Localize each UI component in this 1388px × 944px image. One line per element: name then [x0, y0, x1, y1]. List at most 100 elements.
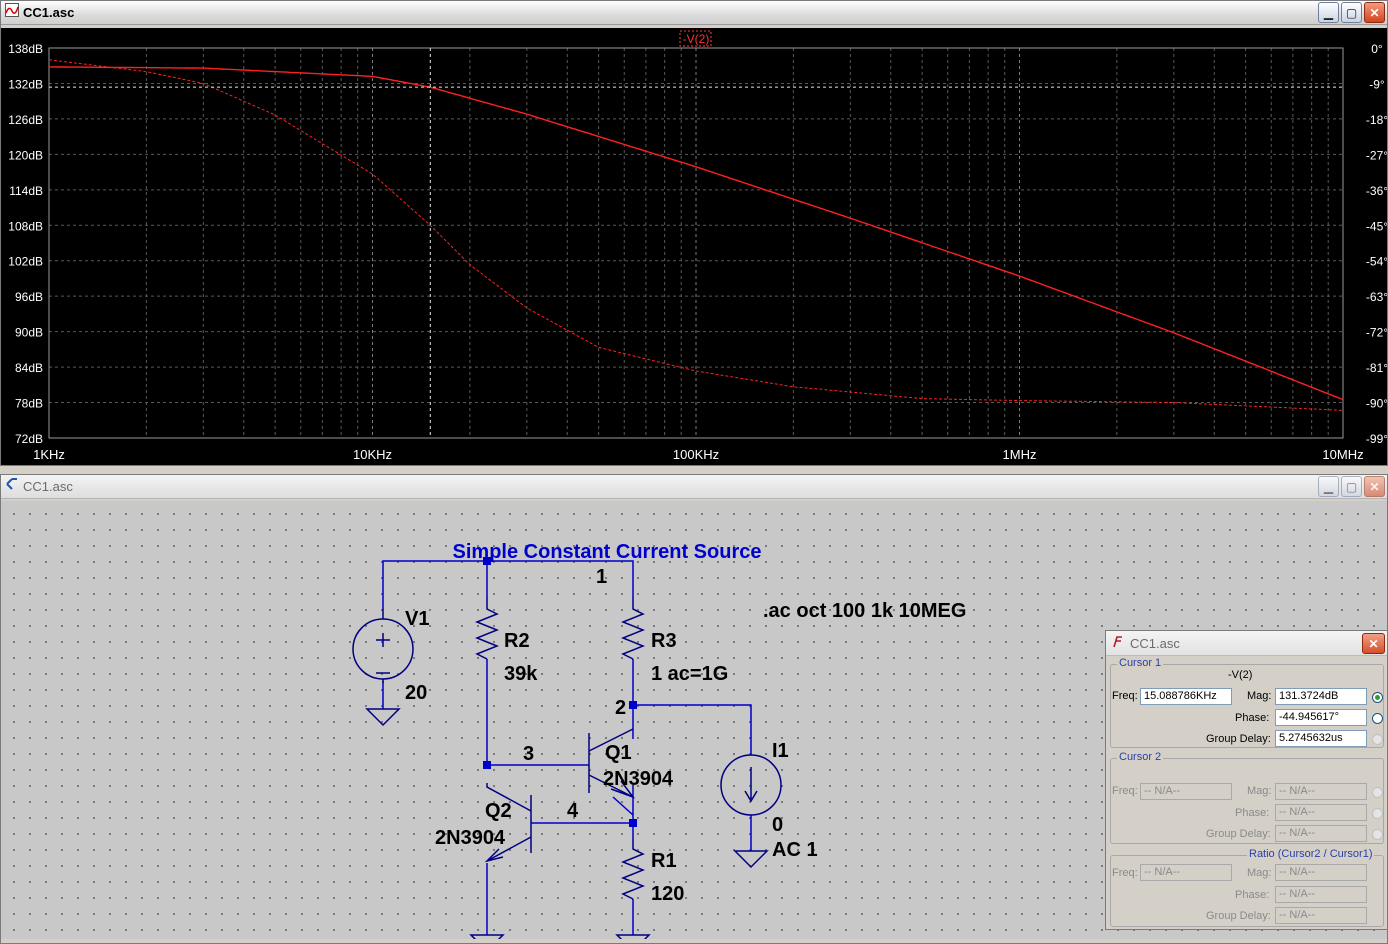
right-axis-tick-label: 0° [1371, 42, 1383, 56]
i1-ac[interactable]: AC 1 [772, 839, 818, 861]
right-axis-tick-label: -54° [1366, 255, 1387, 269]
cursor2-phase-field[interactable]: -- N/A-- [1275, 804, 1367, 821]
voltage-source-v1[interactable] [352, 607, 414, 683]
cursor-window-titlebar[interactable]: CC1.asc ✕ [1106, 631, 1387, 656]
cursor2-mag-radio[interactable] [1372, 787, 1383, 798]
resistor-r2[interactable] [474, 597, 500, 660]
left-axis-tick-label: 108dB [8, 219, 43, 233]
cursor1-gd-field[interactable]: 5.2745632us [1275, 730, 1367, 747]
cursor-window-title: CC1.asc [1130, 635, 1180, 651]
close-button[interactable]: ✕ [1364, 476, 1385, 497]
cursor2-gd-label: Group Delay: [1206, 828, 1271, 840]
r1-value[interactable]: 120 [651, 883, 684, 905]
q1-model[interactable]: 2N3904 [603, 768, 674, 790]
cursor1-mag-radio[interactable] [1372, 692, 1383, 703]
cursor1-freq-label: Freq: [1112, 690, 1138, 702]
r3-value[interactable]: 1 ac=1G [651, 663, 728, 685]
cursor1-phase-radio[interactable] [1372, 713, 1383, 724]
schematic-icon [5, 477, 19, 496]
r3-name[interactable]: R3 [651, 630, 677, 652]
close-button[interactable]: ✕ [1364, 2, 1385, 23]
right-axis-tick-label: -90° [1366, 397, 1387, 411]
x-axis-tick-label: 10MHz [1322, 447, 1363, 462]
left-axis-tick-label: 84dB [15, 361, 43, 375]
trace-label[interactable]: -V(2) [683, 32, 710, 46]
cursor1-gd-radio[interactable] [1372, 734, 1383, 745]
ratio-group-label: Ratio (Cursor2 / Cursor1) [1247, 848, 1375, 860]
left-axis-tick-label: 102dB [8, 255, 43, 269]
i1-value[interactable]: 0 [772, 814, 783, 836]
ratio-gd-field[interactable]: -- N/A-- [1275, 907, 1367, 924]
cursor2-freq-label: Freq: [1112, 785, 1138, 797]
transistor-q2[interactable] [484, 783, 532, 863]
q1-name[interactable]: Q1 [605, 742, 632, 764]
node-label-4: 4 [567, 800, 579, 822]
current-source-i1[interactable] [720, 754, 782, 816]
ratio-freq-field[interactable]: -- N/A-- [1140, 864, 1232, 881]
r1-name[interactable]: R1 [651, 850, 677, 872]
ratio-phase-field[interactable]: -- N/A-- [1275, 886, 1367, 903]
v1-name[interactable]: V1 [405, 608, 429, 630]
right-axis-tick-label: -45° [1366, 219, 1387, 233]
cursor1-phase-field[interactable]: -44.945617° [1275, 709, 1367, 726]
ground-symbols [365, 708, 769, 939]
cursor2-phase-label: Phase: [1235, 807, 1270, 819]
left-axis-tick-label: 78dB [15, 397, 43, 411]
i1-name[interactable]: I1 [772, 740, 789, 762]
cursor2-mag-label: Mag: [1247, 785, 1272, 797]
resistor-r3[interactable] [620, 597, 646, 660]
cursor2-freq-field[interactable]: -- N/A-- [1140, 783, 1232, 800]
minimize-button[interactable]: ▁ [1318, 2, 1339, 23]
right-axis-tick-label: -72° [1366, 326, 1387, 340]
right-axis-tick-label: -18° [1366, 113, 1387, 127]
spice-directive[interactable]: .ac oct 100 1k 10MEG [763, 600, 966, 622]
cursor1-phase-label: Phase: [1235, 712, 1270, 724]
cursor1-freq-field[interactable]: 15.088786KHz [1140, 688, 1232, 705]
cursor2-mag-field[interactable]: -- N/A-- [1275, 783, 1367, 800]
right-axis-tick-label: -36° [1366, 184, 1387, 198]
q2-name[interactable]: Q2 [485, 800, 512, 822]
cursor1-mag-field[interactable]: 131.3724dB [1275, 688, 1367, 705]
node-label-1: 1 [596, 566, 607, 588]
left-axis-tick-label: 132dB [8, 77, 43, 91]
q2-model[interactable]: 2N3904 [435, 827, 506, 849]
cursor1-trace: -V(2) [1228, 669, 1253, 681]
cursor-window-close-button[interactable]: ✕ [1362, 633, 1385, 654]
waveform-plot[interactable]: 138dB 0° 132dB -9° 126dB -18° 120dB -27° 114dB -3… [1, 28, 1388, 465]
v1-value[interactable]: 20 [405, 682, 427, 704]
ratio-phase-label: Phase: [1235, 889, 1270, 901]
cursor2-gd-field[interactable]: -- N/A-- [1275, 825, 1367, 842]
maximize-button[interactable]: ▢ [1341, 476, 1362, 497]
minimize-button[interactable]: ▁ [1318, 476, 1339, 497]
right-axis-tick-label: -9° [1369, 77, 1385, 91]
r2-name[interactable]: R2 [504, 630, 530, 652]
cursor-icon [1112, 635, 1124, 651]
left-axis-tick-label: 120dB [8, 148, 43, 162]
left-axis-tick-label: 138dB [8, 42, 43, 56]
maximize-icon: ▢ [1345, 479, 1358, 494]
cursor2-phase-radio[interactable] [1372, 808, 1383, 819]
cursor1-mag-label: Mag: [1247, 690, 1272, 702]
plot-window: CC1.asc ▁ ▢ ✕ 138dB 0° 132dB -9° 126dB -18° 12… [0, 0, 1388, 466]
waveform-icon [5, 3, 19, 22]
plot-window-titlebar[interactable]: CC1.asc ▁ ▢ ✕ [1, 1, 1387, 25]
cursor2-gd-radio[interactable] [1372, 829, 1383, 840]
bode-plot-svg[interactable]: 138dB 0° 132dB -9° 126dB -18° 120dB -27° 114dB -3… [1, 28, 1388, 465]
close-icon: ✕ [1368, 636, 1379, 651]
maximize-button[interactable]: ▢ [1341, 2, 1362, 23]
maximize-icon: ▢ [1345, 5, 1358, 20]
ratio-mag-field[interactable]: -- N/A-- [1275, 864, 1367, 881]
resistor-r1[interactable] [620, 839, 646, 900]
close-icon: ✕ [1369, 479, 1380, 494]
schematic-window-titlebar[interactable]: CC1.asc ▁ ▢ ✕ [1, 475, 1387, 499]
cursor1-group-label: Cursor 1 [1117, 657, 1164, 669]
right-axis-tick-label: -27° [1366, 148, 1387, 162]
r2-value[interactable]: 39k [504, 663, 538, 685]
left-axis-tick-label: 126dB [8, 113, 43, 127]
schematic-window-title: CC1.asc [23, 479, 73, 494]
ratio-mag-label: Mag: [1247, 867, 1272, 879]
ratio-freq-label: Freq: [1112, 867, 1138, 879]
left-axis-tick-label: 72dB [15, 432, 43, 446]
right-axis-tick-label: -99° [1366, 432, 1387, 446]
node-label-2: 2 [615, 697, 626, 719]
